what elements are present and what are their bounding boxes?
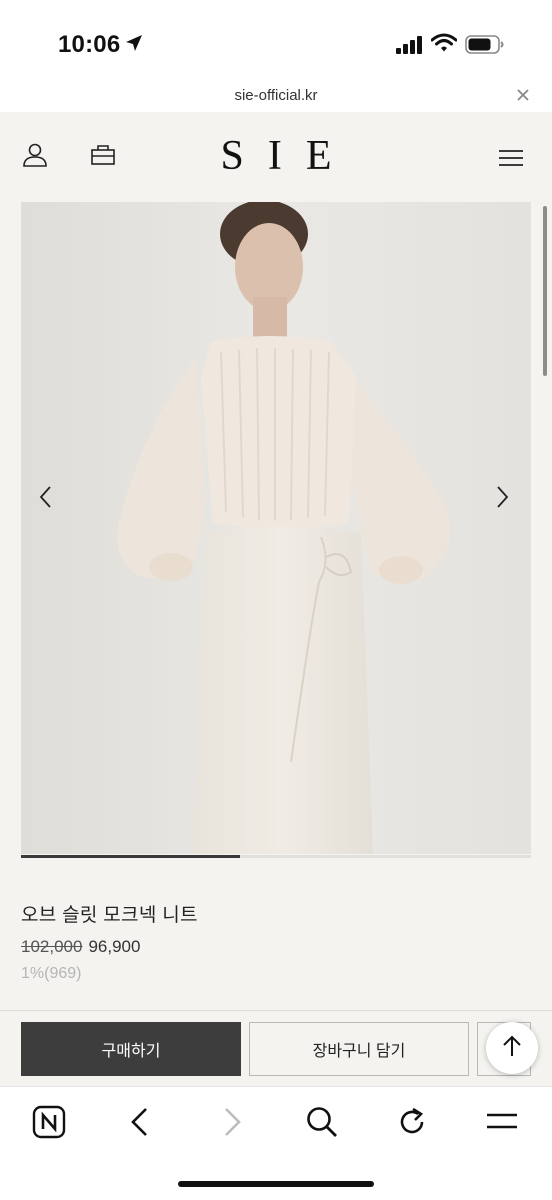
image-progress-bar bbox=[21, 855, 531, 858]
add-to-cart-button[interactable]: 장바구니 담기 bbox=[249, 1022, 469, 1076]
naver-home-icon[interactable] bbox=[32, 1105, 66, 1144]
price-row: 102,000 96,900 bbox=[21, 937, 140, 957]
status-time: 10:06 bbox=[58, 31, 121, 58]
original-price: 102,000 bbox=[21, 937, 83, 956]
home-indicator[interactable] bbox=[178, 1181, 374, 1187]
url-bar[interactable]: sie-official.kr bbox=[0, 80, 552, 112]
close-icon[interactable] bbox=[516, 88, 530, 107]
location-arrow-icon bbox=[124, 33, 144, 58]
arrow-up-icon bbox=[501, 1034, 523, 1063]
discount-text: 1%(969) bbox=[21, 965, 82, 982]
url-text: sie-official.kr bbox=[234, 87, 318, 104]
wifi-icon bbox=[430, 33, 458, 58]
divider bbox=[0, 1010, 552, 1011]
menu-icon[interactable] bbox=[498, 148, 524, 173]
product-name: 오브 슬릿 모크넥 니트 bbox=[21, 905, 198, 926]
back-icon[interactable] bbox=[128, 1105, 152, 1144]
reload-icon[interactable] bbox=[396, 1105, 428, 1144]
menu-icon[interactable] bbox=[486, 1105, 518, 1144]
search-icon[interactable] bbox=[305, 1105, 339, 1144]
chevron-right-icon[interactable] bbox=[494, 484, 510, 515]
battery-icon bbox=[465, 35, 505, 60]
buy-button[interactable]: 구매하기 bbox=[21, 1022, 241, 1076]
page-scrollbar[interactable] bbox=[543, 206, 547, 376]
image-progress-fill bbox=[21, 855, 241, 858]
site-header: SIE bbox=[0, 112, 552, 202]
product-image[interactable] bbox=[21, 202, 531, 854]
forward-icon[interactable] bbox=[220, 1105, 244, 1144]
sale-price: 96,900 bbox=[88, 937, 141, 956]
site-logo[interactable]: SIE bbox=[0, 132, 552, 180]
scroll-top-button[interactable] bbox=[486, 1022, 538, 1074]
status-bar: 10:06 bbox=[0, 0, 552, 80]
signal-icon bbox=[396, 36, 424, 59]
chevron-left-icon[interactable] bbox=[38, 484, 54, 515]
